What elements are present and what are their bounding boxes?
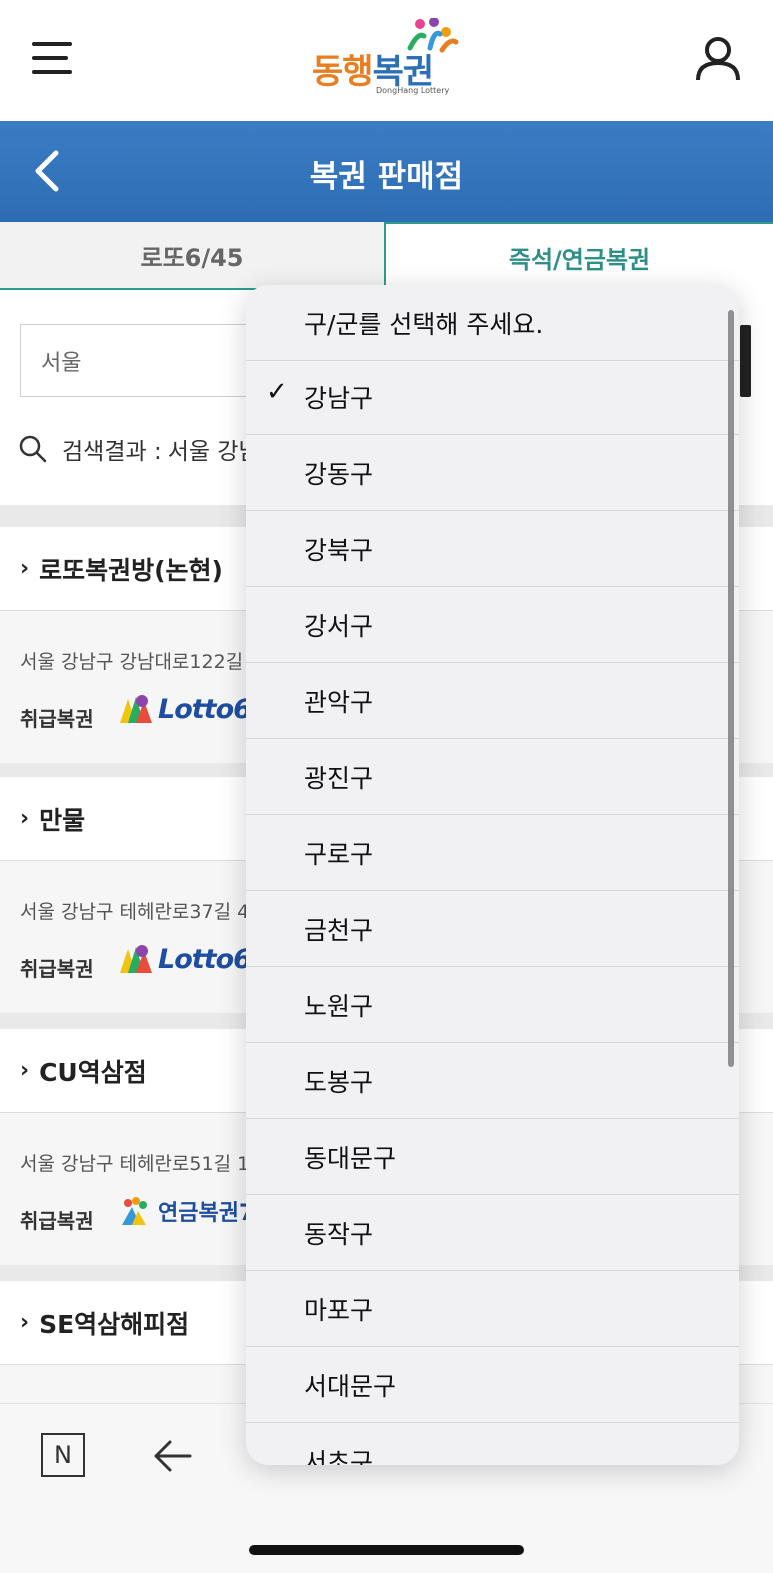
district-option[interactable]: 서초구 — [246, 1423, 739, 1465]
checkmark-icon: ✓ — [266, 377, 288, 407]
chevron-right-icon: › — [20, 1058, 30, 1083]
search-result: 검색결과 : 서울 강남 — [18, 432, 260, 466]
logo-subtitle: DongHang Lottery — [376, 86, 450, 95]
pension-badge: 연금복권7 — [118, 1195, 254, 1227]
store-name: SE역삼해피점 — [39, 1309, 190, 1339]
tab-lotto645[interactable]: 로또6/45 — [0, 222, 384, 290]
lottery-type-label: 취급복권 — [20, 707, 94, 731]
store-name: CU역삼점 — [39, 1057, 147, 1087]
chevron-right-icon: › — [20, 556, 30, 581]
district-option[interactable]: 도봉구 — [246, 1043, 739, 1119]
chevron-right-icon: › — [20, 1310, 30, 1335]
tab-bar: 로또6/45 즉석/연금복권 — [0, 222, 773, 290]
district-option[interactable]: 마포구 — [246, 1271, 739, 1347]
district-option[interactable]: 구로구 — [246, 815, 739, 891]
page-header: 복권 판매점 — [0, 121, 773, 222]
donghang-lottery-logo[interactable]: 동행복권 DongHang Lottery — [312, 18, 462, 100]
district-dropdown: 구/군를 선택해 주세요. ✓ 강남구 강동구 강북구 강서구 관악구 광진구 … — [246, 285, 739, 1465]
store-name: 만물 — [39, 805, 86, 835]
store-address: 서울 강남구 테헤란로37길 4 — [20, 901, 250, 923]
lotto-logo-icon — [120, 945, 152, 973]
district-option[interactable]: 관악구 — [246, 663, 739, 739]
district-option[interactable]: 노원구 — [246, 967, 739, 1043]
district-option[interactable]: ✓ 강남구 — [246, 359, 739, 435]
dropdown-scrollbar[interactable] — [728, 310, 734, 1067]
store-address: 서울 강남구 테헤란로51길 1 — [20, 1153, 250, 1175]
lotto-badge: Lotto6/ — [118, 943, 261, 975]
dropdown-placeholder-option[interactable]: 구/군를 선택해 주세요. — [246, 285, 739, 361]
app-screen: 동행복권 DongHang Lottery 복권 판매점 로또6/45 즉석/연… — [0, 0, 773, 1573]
store-name: 로또복권방(논현) — [39, 555, 223, 585]
browser-back-icon[interactable] — [150, 1434, 194, 1478]
user-icon[interactable] — [693, 36, 743, 82]
district-option[interactable]: 동작구 — [246, 1195, 739, 1271]
pension-name: 연금복권7 — [158, 1201, 255, 1226]
tab-instant-pension[interactable]: 즉석/연금복권 — [384, 222, 773, 290]
page-scrollbar[interactable] — [740, 325, 751, 397]
top-app-bar: 동행복권 DongHang Lottery — [0, 0, 773, 121]
home-indicator[interactable] — [249, 1545, 524, 1555]
district-option[interactable]: 강서구 — [246, 587, 739, 663]
page-title: 복권 판매점 — [309, 159, 464, 195]
district-option[interactable]: 광진구 — [246, 739, 739, 815]
lotto-name: Lotto6/ — [158, 693, 261, 725]
district-option[interactable]: 강북구 — [246, 511, 739, 587]
menu-icon[interactable] — [32, 40, 74, 76]
district-option[interactable]: 금천구 — [246, 891, 739, 967]
lotto-logo-icon — [120, 695, 152, 723]
district-option[interactable]: 강동구 — [246, 435, 739, 511]
chevron-right-icon: › — [20, 806, 30, 831]
lotto-name: Lotto6/ — [158, 943, 261, 975]
lottery-type-label: 취급복권 — [20, 957, 94, 981]
naver-home-button[interactable]: N — [41, 1433, 85, 1477]
district-option[interactable]: 서대문구 — [246, 1347, 739, 1423]
search-result-label: 검색결과 : — [62, 439, 162, 465]
lotto-badge: Lotto6/ — [118, 693, 261, 725]
pension-logo-icon — [122, 1197, 147, 1225]
search-icon — [19, 435, 47, 463]
lottery-type-label: 취급복권 — [20, 1209, 94, 1233]
district-option[interactable]: 동대문구 — [246, 1119, 739, 1195]
store-address: 서울 강남구 강남대로122길 — [20, 651, 244, 673]
